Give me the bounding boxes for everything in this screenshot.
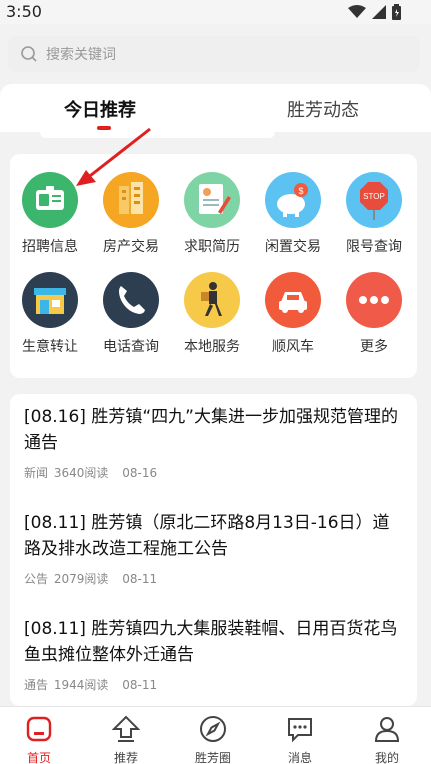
- piggy-bank-icon: $: [265, 172, 321, 228]
- nav-label: 首页: [26, 751, 51, 764]
- grid-item-idle-trade[interactable]: $ 闲置交易: [253, 172, 333, 256]
- grid-item-business-transfer[interactable]: 生意转让: [10, 272, 90, 356]
- news-meta: 通告 1944阅读 08-11: [24, 676, 404, 693]
- car-icon: [265, 272, 321, 328]
- shop-icon: [22, 272, 78, 328]
- resume-icon: [184, 172, 240, 228]
- message-icon: [288, 718, 312, 743]
- grid-item-resume[interactable]: 求职简历: [172, 172, 252, 256]
- status-time: 3:50: [6, 2, 42, 21]
- stop-sign-icon: STOP: [346, 172, 402, 228]
- courier-icon: [184, 272, 240, 328]
- nav-label: 胜芳圈: [194, 751, 231, 764]
- nav-label: 推荐: [113, 751, 138, 764]
- svg-text:$: $: [298, 186, 303, 196]
- id-card-icon: [22, 172, 78, 228]
- tab-shengfang-news[interactable]: 胜芳动态: [287, 96, 359, 122]
- grid-item-label: 闲置交易: [265, 239, 321, 255]
- news-item[interactable]: [08.16] 胜芳镇“四九”大集进一步加强规范管理的通告 新闻 3640阅读 …: [24, 404, 404, 481]
- grid-item-label: 电话查询: [103, 339, 159, 355]
- nav-circle[interactable]: 胜芳圈: [183, 715, 243, 764]
- grid-item-label: 更多: [360, 339, 388, 355]
- wifi-icon: [348, 5, 366, 18]
- grid-item-carpool[interactable]: 顺风车: [253, 272, 333, 356]
- pointer-arrow-icon: [76, 127, 151, 186]
- more-icon: [346, 272, 402, 328]
- grid-item-local-service[interactable]: 本地服务: [172, 272, 252, 356]
- battery-icon: [392, 4, 401, 20]
- tab-today-recommend[interactable]: 今日推荐: [64, 96, 136, 130]
- category-grid: 招聘信息 房产交易 求职简历 $ 闲置交易 STOP 限号查询 生意转让 电话查…: [10, 154, 417, 378]
- grid-item-phone-lookup[interactable]: 电话查询: [91, 272, 171, 356]
- news-date: 08-16: [122, 466, 158, 480]
- nav-profile[interactable]: 我的: [357, 715, 417, 764]
- nav-label: 我的: [374, 751, 399, 764]
- search-placeholder: 搜索关键词: [46, 47, 116, 63]
- signal-icon: [372, 5, 386, 19]
- news-title: [08.16] 胜芳镇“四九”大集进一步加强规范管理的通告: [24, 407, 398, 453]
- grid-item-label: 限号查询: [346, 239, 402, 255]
- nav-recommend[interactable]: 推荐: [96, 715, 156, 764]
- profile-icon: [374, 717, 400, 742]
- home-icon: [26, 716, 52, 742]
- nav-label: 消息: [287, 751, 312, 764]
- bottom-nav: 首页 推荐 胜芳圈 消息 我的: [0, 706, 431, 764]
- phone-icon: [103, 272, 159, 328]
- grid-item-label: 生意转让: [22, 339, 78, 355]
- news-item[interactable]: [08.11] 胜芳镇四九大集服装鞋帽、日用百货花鸟鱼虫摊位整体外迁通告 通告 …: [24, 616, 404, 693]
- status-icons: [348, 4, 401, 20]
- tab-label: 今日推荐: [64, 100, 136, 121]
- news-reads: 2079阅读: [53, 572, 109, 586]
- svg-text:STOP: STOP: [363, 192, 385, 201]
- compass-icon: [200, 716, 226, 742]
- news-category: 公告: [24, 572, 49, 586]
- grid-item-label: 房产交易: [103, 239, 159, 255]
- upload-arrow-icon: [111, 715, 141, 742]
- grid-item-label: 顺风车: [272, 339, 314, 355]
- grid-item-label: 求职简历: [184, 239, 240, 255]
- search-input[interactable]: 搜索关键词: [8, 36, 420, 72]
- grid-item-label: 本地服务: [184, 339, 240, 355]
- news-meta: 公告 2079阅读 08-11: [24, 570, 404, 587]
- news-item[interactable]: [08.11] 胜芳镇（原北二环路8月13日-16日）道路及排水改造工程施工公告…: [24, 510, 404, 587]
- news-reads: 1944阅读: [53, 678, 109, 692]
- news-list: [08.16] 胜芳镇“四九”大集进一步加强规范管理的通告 新闻 3640阅读 …: [10, 394, 417, 706]
- news-date: 08-11: [122, 572, 158, 586]
- status-bar: 3:50: [0, 0, 431, 24]
- grid-item-label: 招聘信息: [22, 239, 78, 255]
- news-reads: 3640阅读: [53, 466, 109, 480]
- search-icon: [21, 46, 37, 62]
- news-meta: 新闻 3640阅读 08-16: [24, 464, 404, 481]
- news-category: 新闻: [24, 466, 49, 480]
- nav-messages[interactable]: 消息: [270, 715, 330, 764]
- tab-bar: 今日推荐 胜芳动态: [0, 84, 431, 132]
- news-title: [08.11] 胜芳镇（原北二环路8月13日-16日）道路及排水改造工程施工公告: [24, 513, 390, 559]
- news-title: [08.11] 胜芳镇四九大集服装鞋帽、日用百货花鸟鱼虫摊位整体外迁通告: [24, 619, 398, 665]
- news-category: 通告: [24, 678, 49, 692]
- grid-item-plate-limit[interactable]: STOP 限号查询: [334, 172, 414, 256]
- news-date: 08-11: [122, 678, 158, 692]
- grid-item-more[interactable]: 更多: [334, 272, 414, 356]
- nav-home[interactable]: 首页: [9, 715, 69, 764]
- tab-label: 胜芳动态: [287, 100, 359, 121]
